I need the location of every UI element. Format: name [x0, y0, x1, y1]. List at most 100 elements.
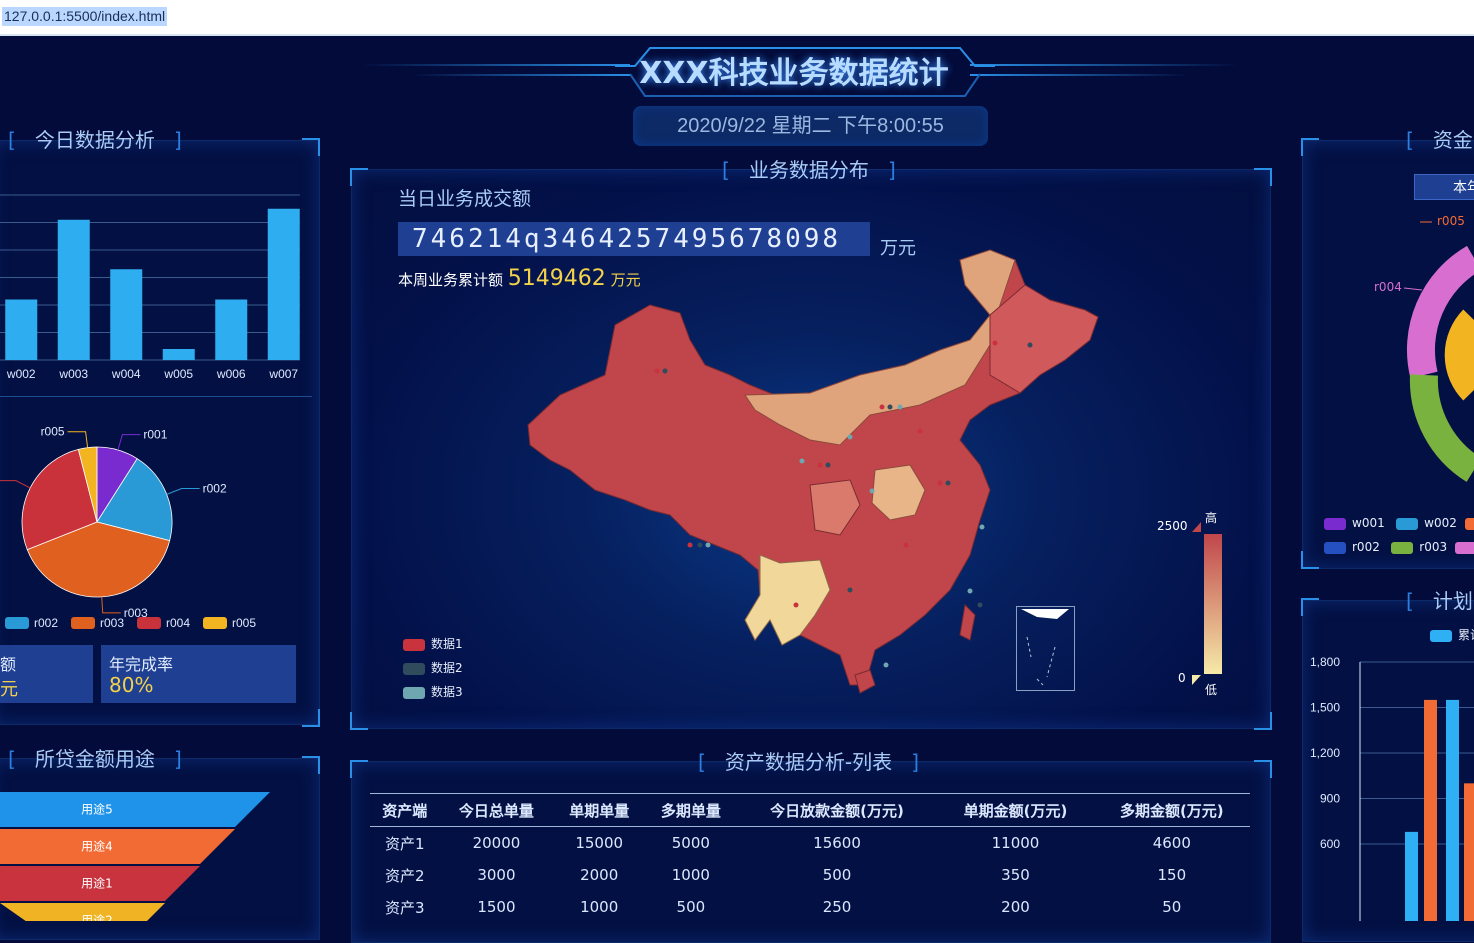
- table-cell: 2000: [580, 866, 619, 884]
- pie-label-line: [67, 431, 89, 448]
- donut-legend: w001 w002 r002 r003: [1324, 511, 1474, 559]
- table-row: 资产3 1500 1000 500 250 200 50: [370, 891, 1250, 923]
- pie-legend-label[interactable]: r003: [100, 616, 124, 630]
- plan-legend-item[interactable]: 累计: [1430, 626, 1474, 643]
- column-header: 资产端: [370, 793, 440, 827]
- asset-table: 资产端 今日总单量 单期单量 多期单量 今日放款金额(万元) 单期金额(万元) …: [370, 793, 1250, 923]
- pie-label-line: [0, 480, 31, 489]
- year-button[interactable]: 本年: [1414, 174, 1474, 200]
- visual-map-handle[interactable]: [1192, 522, 1201, 532]
- pie-legend-chip[interactable]: [203, 617, 227, 629]
- weekly-amount-label: 本周业务累计额: [398, 271, 504, 289]
- kpi-card-left: 额 元: [0, 645, 93, 703]
- map-legend-item[interactable]: 数据2: [403, 656, 463, 680]
- page-title: XXX科技业务数据统计: [639, 56, 949, 91]
- column-header: 多期金额(万元): [1093, 793, 1250, 827]
- table-row: 资产1 20000 15000 5000 15600 11000 4600: [370, 827, 1250, 860]
- x-tick-label: w006: [216, 367, 246, 381]
- panel-corner: [1254, 168, 1272, 186]
- plan-bar[interactable]: [1405, 831, 1418, 921]
- pie-legend-label[interactable]: r005: [232, 616, 256, 630]
- map-legend-item[interactable]: 数据3: [403, 680, 463, 704]
- panel-corner: [1301, 138, 1319, 156]
- table-cell: 1500: [477, 898, 516, 916]
- table-cell: 50: [1162, 898, 1182, 916]
- kpi-right-label: 年完成率: [109, 655, 174, 674]
- table-cell: 1000: [671, 866, 710, 884]
- loan-usage-title: [ 所贷金额用途 ]: [8, 747, 182, 771]
- donut-legend-item[interactable]: w001: [1324, 516, 1385, 530]
- column-header: 单期金额(万元): [937, 793, 1094, 827]
- panel-corner: [302, 138, 320, 156]
- loan-usage-funnel: 用途5 用途4 用途1 用途2: [0, 792, 270, 922]
- map-legend: 数据1 数据2 数据3: [403, 632, 463, 704]
- address-bar[interactable]: 127.0.0.1:5500/index.html: [0, 0, 1474, 36]
- table-cell: 150: [1157, 866, 1187, 884]
- pie-label-line: [166, 488, 200, 495]
- pie-label: r001: [143, 428, 167, 442]
- funds-panel-title: [ 资金: [1406, 128, 1473, 152]
- kpi-left-value: 元: [0, 679, 18, 700]
- pie-label-line: [117, 434, 141, 451]
- x-tick-label: w005: [163, 367, 193, 381]
- panel-corner: [1301, 598, 1319, 616]
- bar[interactable]: [162, 349, 195, 360]
- visual-map-bar[interactable]: [1204, 534, 1222, 674]
- pie-legend-chip[interactable]: [137, 617, 161, 629]
- bar[interactable]: [110, 269, 143, 360]
- business-map-title: [ 业务数据分布 ]: [722, 158, 896, 182]
- bar[interactable]: [215, 299, 248, 361]
- pie-legend-chip[interactable]: [5, 617, 29, 629]
- table-cell: 500: [676, 898, 706, 916]
- table-cell: 200: [1001, 898, 1030, 916]
- bar[interactable]: [57, 219, 90, 360]
- divider: [0, 396, 312, 397]
- y-tick-label: 1,800: [1310, 655, 1340, 669]
- plan-bar[interactable]: [1424, 699, 1437, 921]
- table-row: 资产2 3000 2000 1000 500 350 150: [370, 859, 1250, 891]
- panel-corner: [350, 760, 368, 778]
- plan-bar[interactable]: [1446, 699, 1459, 921]
- pie-label: r005: [41, 425, 65, 439]
- map-legend-item[interactable]: 数据1: [403, 632, 463, 656]
- funnel-segment[interactable]: [0, 829, 235, 864]
- pie-legend-label[interactable]: r004: [166, 616, 190, 630]
- panel-corner: [1254, 712, 1272, 730]
- donut-legend-item[interactable]: w002: [1396, 516, 1457, 530]
- funnel-label: 用途1: [81, 876, 113, 891]
- x-tick-label: w007: [268, 367, 298, 381]
- table-cell: 350: [1001, 866, 1030, 884]
- visual-map-high: 高: [1205, 511, 1218, 525]
- x-tick-label: w002: [6, 367, 36, 381]
- bar[interactable]: [267, 208, 300, 360]
- today-pie-chart: r001r002r003r004r005r002r003r004r005: [0, 425, 256, 630]
- visual-map-handle[interactable]: [1192, 675, 1201, 685]
- daily-amount-label: 当日业务成交额: [398, 188, 532, 210]
- funnel-label: 用途2: [81, 913, 113, 922]
- column-header: 单期单量: [553, 793, 646, 827]
- bar[interactable]: [5, 299, 38, 361]
- kpi-left-label: 额: [0, 655, 17, 674]
- url-text[interactable]: 127.0.0.1:5500/index.html: [2, 7, 168, 26]
- panel-corner: [302, 709, 320, 727]
- donut-legend-item[interactable]: r003: [1391, 540, 1447, 554]
- datetime-display: 2020/9/22 星期二 下午8:00:55: [633, 106, 988, 146]
- funds-donut-chart: [1403, 221, 1474, 482]
- pie-legend-label[interactable]: r002: [34, 616, 58, 630]
- donut-legend-item[interactable]: r002: [1324, 540, 1380, 554]
- pie-label-line: [101, 596, 121, 614]
- plan-panel-title: [ 计划: [1406, 589, 1473, 613]
- plan-bar[interactable]: [1464, 783, 1474, 921]
- table-cell: 资产3: [384, 898, 425, 917]
- donut-label-r004: r004: [1374, 280, 1402, 294]
- table-cell: 20000: [472, 834, 521, 852]
- table-cell: 资产2: [384, 866, 425, 885]
- panel-corner: [1254, 760, 1272, 778]
- donut-label-r005: r005: [1437, 214, 1465, 228]
- column-header: 今日放款金额(万元): [736, 793, 938, 827]
- column-header: 今日总单量: [439, 793, 554, 827]
- pie-legend-chip[interactable]: [71, 617, 95, 629]
- table-cell: 500: [822, 866, 852, 884]
- funnel-segment[interactable]: [0, 792, 270, 827]
- y-tick-label: 900: [1320, 792, 1340, 806]
